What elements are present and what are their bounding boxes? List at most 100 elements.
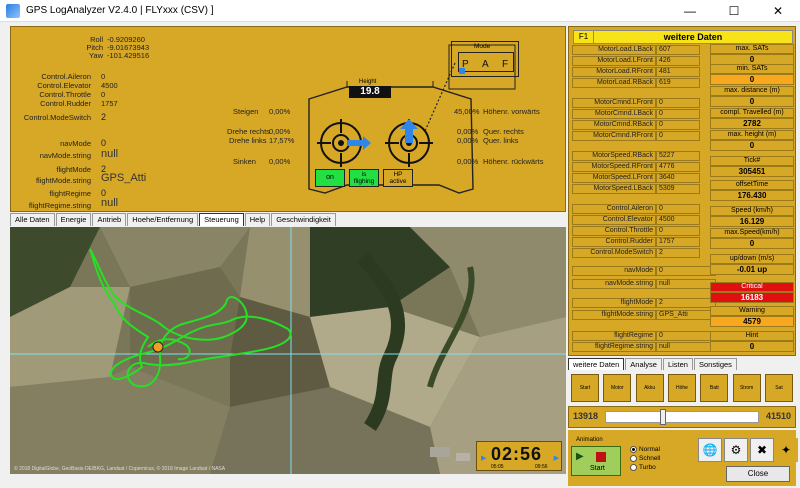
on-button[interactable]: on: [315, 169, 345, 187]
chart-strom-icon[interactable]: Strom: [732, 374, 761, 402]
slider-min: 13918: [573, 411, 599, 421]
main-tabs: Alle Daten Energie Antrieb Hoehe/Entfern…: [10, 213, 337, 227]
stat-max-speed: max.Speed(km/h) 0: [710, 228, 794, 249]
satellite-map[interactable]: © 2018 DigitalGlobe, GeoBasis-DE/BKG, La…: [10, 227, 566, 474]
slider-thumb[interactable]: [659, 409, 666, 425]
window-title: GPS LogAnalyzer V2.4.0 | FLYxxx (CSV) ]: [26, 5, 214, 16]
mode-a: A: [482, 59, 489, 70]
f1-key[interactable]: F1: [574, 31, 594, 43]
clock-value: 02:56: [491, 444, 543, 464]
chart-motor-icon[interactable]: Motor: [603, 374, 632, 402]
flightregime-label: flightRegime: [49, 189, 91, 198]
tab-help[interactable]: Help: [244, 213, 271, 226]
modeswitch-label: Control.ModeSwitch: [23, 113, 91, 122]
kv-row: MotorCmnd.LBack 0: [572, 109, 700, 119]
kv-row: flightRegime 0: [572, 331, 716, 341]
stat-hint: Hint 0: [710, 331, 794, 352]
play-icon: ▶: [576, 451, 584, 462]
tool-icon-row: Start Motor Akku Höhe Batt Strom Sat: [568, 374, 796, 404]
navmode-string-label: navMode.string: [39, 151, 91, 160]
stat-critical: Critical 16183: [710, 282, 794, 303]
tab-alle-daten[interactable]: Alle Daten: [10, 213, 55, 226]
slider-max: 41510: [765, 411, 791, 421]
tab-sonstiges[interactable]: Sonstiges: [693, 358, 737, 370]
kv-row: Control.ModeSwitch 2: [572, 248, 700, 258]
kv-row: flightMode 2: [572, 298, 716, 308]
animation-label: Animation: [576, 437, 603, 443]
tab-geschwindigkeit[interactable]: Geschwindigkeit: [271, 213, 336, 226]
kv-row: MotorSpeed.LBack 5309: [572, 184, 700, 194]
flightregime-string-label: flightRegime.string: [28, 201, 91, 210]
timeline-slider: 13918 41510: [568, 406, 796, 428]
clock-panel: 02:56 05:05 09:56 ▶ ▶: [476, 441, 562, 471]
chart-akku-icon[interactable]: Akku: [635, 374, 664, 402]
navmode-value: 0: [101, 138, 107, 148]
side-tabs: weitere Daten Analyse Listen Sonstiges: [568, 358, 738, 370]
tab-energie[interactable]: Energie: [55, 213, 92, 226]
kv-row: Control.Throttle 0: [572, 226, 700, 236]
tab-antrieb[interactable]: Antrieb: [92, 213, 127, 226]
data-panel-title: weitere Daten: [663, 32, 723, 42]
drehe-rechts-label: Drehe rechts: [227, 127, 270, 136]
stat-compl-travelled: compl. Travelled (m) 2782: [710, 108, 794, 129]
map-copyright: © 2018 DigitalGlobe, GeoBasis-DE/BKG, La…: [14, 466, 226, 472]
minimize-button[interactable]: —: [668, 0, 712, 22]
close-button[interactable]: Close: [726, 466, 790, 482]
forward-icon[interactable]: ▶: [554, 454, 559, 462]
kv-row: Control.Elevator 4500: [572, 215, 700, 225]
stop-icon: [596, 452, 606, 462]
kv-row: flightMode.string GPS_Atti: [572, 310, 716, 320]
mode-label: Mode: [474, 43, 491, 50]
rewind-icon[interactable]: ▶: [481, 454, 486, 462]
navmode-string-value: null: [101, 148, 119, 160]
cancel-icon[interactable]: ✖: [750, 438, 774, 462]
throttle-value: 0: [101, 90, 106, 99]
radio-turbo[interactable]: Turbo: [630, 464, 656, 471]
kv-row: MotorSpeed.RBack 5227: [572, 151, 700, 161]
flightmode-label: flightMode: [56, 165, 91, 174]
tab-listen[interactable]: Listen: [662, 358, 693, 370]
tab-weitere-daten[interactable]: weitere Daten: [568, 358, 625, 370]
stat-up-down: up/down (m/s) -0.01 up: [710, 254, 794, 275]
stat-max-distance: max. distance (m) 0: [710, 86, 794, 107]
kv-row: navMode.string null: [572, 279, 716, 289]
settings-icon[interactable]: ⚙: [724, 438, 748, 462]
slider-track[interactable]: [605, 411, 759, 423]
maximize-button[interactable]: ☐: [712, 0, 756, 22]
modeswitch-value: 2: [101, 112, 107, 122]
globe-icon[interactable]: 🌐: [698, 438, 722, 462]
drehe-links-label: Drehe links: [229, 136, 267, 145]
radio-normal[interactable]: Normal: [630, 446, 660, 453]
shield-icon[interactable]: ✦: [774, 438, 798, 462]
throttle-label: Control.Throttle: [39, 90, 91, 99]
close-window-button[interactable]: ✕: [756, 0, 800, 22]
mode-indicator-icon: [459, 68, 465, 74]
stat-max-sats: max. SATs 0: [710, 44, 794, 65]
animation-start-button[interactable]: Animation ▶ Start: [571, 437, 621, 476]
radio-schnell[interactable]: Schnell: [630, 455, 660, 462]
chart-batt-icon[interactable]: Batt: [700, 374, 729, 402]
yaw-label: Yaw: [88, 51, 103, 60]
chart-sat-icon[interactable]: Sat: [764, 374, 793, 402]
kv-row: flightRegime.string null: [572, 342, 716, 352]
chart-start-icon[interactable]: Start: [571, 374, 599, 402]
kv-row: Control.Aileron 0: [572, 204, 700, 214]
kv-row: MotorCmnd.RBack 0: [572, 120, 700, 130]
tab-analyse[interactable]: Analyse: [625, 358, 662, 370]
aileron-value: 0: [101, 72, 106, 81]
tab-steuerung[interactable]: Steuerung: [199, 213, 244, 226]
height-label: Height: [359, 79, 377, 85]
stat-max-height: max. height (m) 0: [710, 130, 794, 151]
clock-right: 09:56: [535, 464, 548, 470]
steigen-label: Steigen: [233, 107, 259, 116]
chart-hoehe-icon[interactable]: Höhe: [667, 374, 696, 402]
sinken-label: Sinken: [233, 157, 256, 166]
is-flighing-button[interactable]: is flighing: [349, 169, 379, 187]
yaw-value: -101.429516: [107, 51, 150, 60]
kv-row: MotorLoad.LBack 607: [572, 45, 700, 55]
tab-hoehe-entfernung[interactable]: Hoehe/Entfernung: [127, 213, 199, 226]
yaw-arrow-icon: [347, 136, 371, 150]
kv-row: MotorLoad.RFront 481: [572, 67, 700, 77]
title-bar: GPS LogAnalyzer V2.4.0 | FLYxxx (CSV) ] …: [0, 0, 800, 22]
hp-active-button[interactable]: HP active: [383, 169, 413, 187]
